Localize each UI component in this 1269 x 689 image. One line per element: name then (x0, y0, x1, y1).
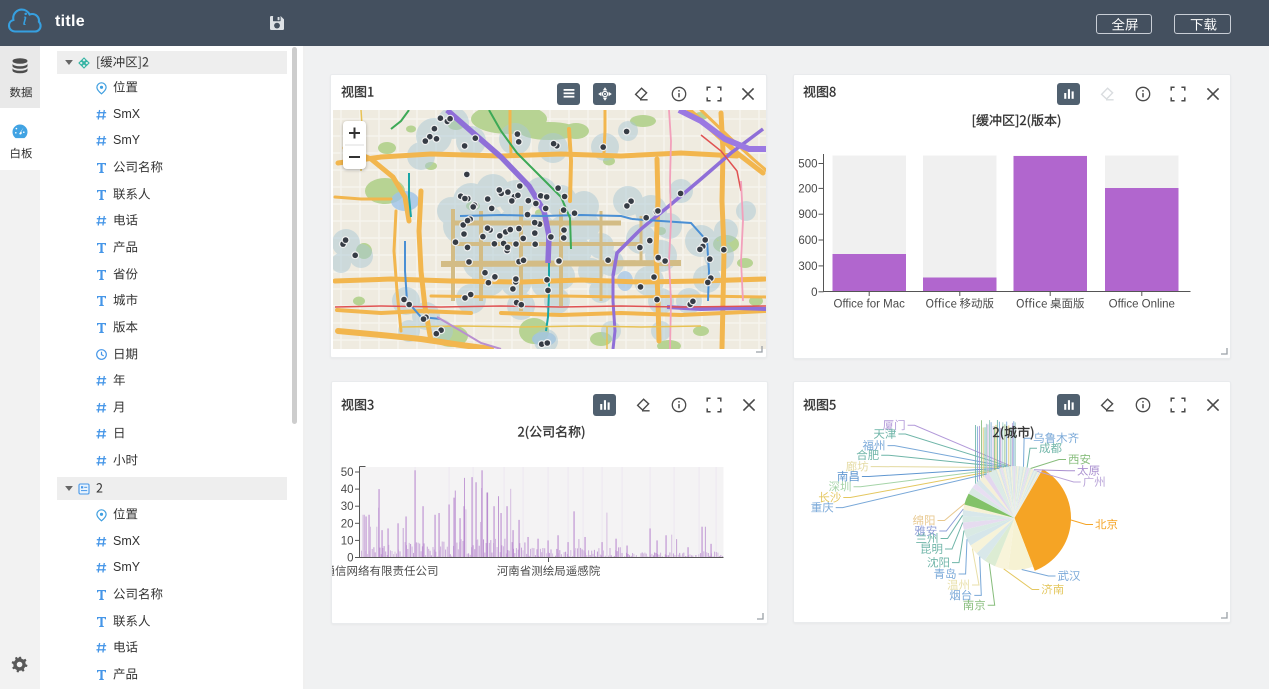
svg-text:Office Online: Office Online (1108, 299, 1174, 311)
svg-text:900: 900 (798, 209, 817, 221)
svg-text:600: 600 (798, 235, 817, 247)
svg-text:0: 0 (811, 287, 817, 299)
svg-text:50: 50 (340, 467, 353, 479)
svg-text:40: 40 (340, 484, 353, 496)
svg-text:Office for Mac: Office for Mac (833, 299, 905, 311)
svg-text:10: 10 (340, 535, 353, 547)
svg-text:0: 0 (347, 553, 353, 565)
svg-text:20: 20 (340, 518, 353, 530)
svg-text:30: 30 (340, 501, 353, 513)
svg-text:300: 300 (798, 261, 817, 273)
